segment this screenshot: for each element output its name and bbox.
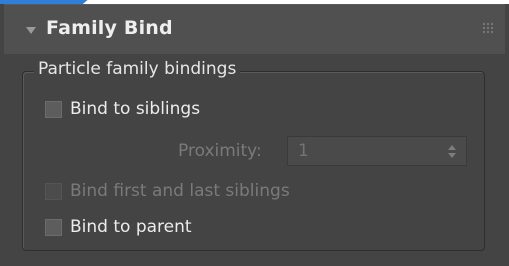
spinner-up-icon[interactable] [448,145,456,150]
family-bind-panel: Family Bind Particle family bindings Bin… [0,0,509,266]
group-title: Particle family bindings [34,59,241,79]
bind-to-parent-label[interactable]: Bind to parent [70,217,192,237]
rollout-title: Family Bind [46,17,173,39]
grip-icon[interactable] [482,22,493,33]
proximity-label: Proximity: [178,141,262,161]
bind-first-last-label[interactable]: Bind first and last siblings [70,181,290,201]
proximity-spinner[interactable]: 1 [287,136,467,166]
bind-to-siblings-label[interactable]: Bind to siblings [70,99,200,119]
rollout-header[interactable]: Family Bind [4,4,505,54]
bind-to-parent-checkbox[interactable] [45,219,62,236]
bind-first-last-checkbox[interactable] [45,183,62,200]
spinner-down-icon[interactable] [448,153,456,158]
proximity-value[interactable]: 1 [298,141,309,161]
collapse-arrow-icon[interactable] [26,27,36,34]
bind-to-siblings-checkbox[interactable] [45,101,62,118]
